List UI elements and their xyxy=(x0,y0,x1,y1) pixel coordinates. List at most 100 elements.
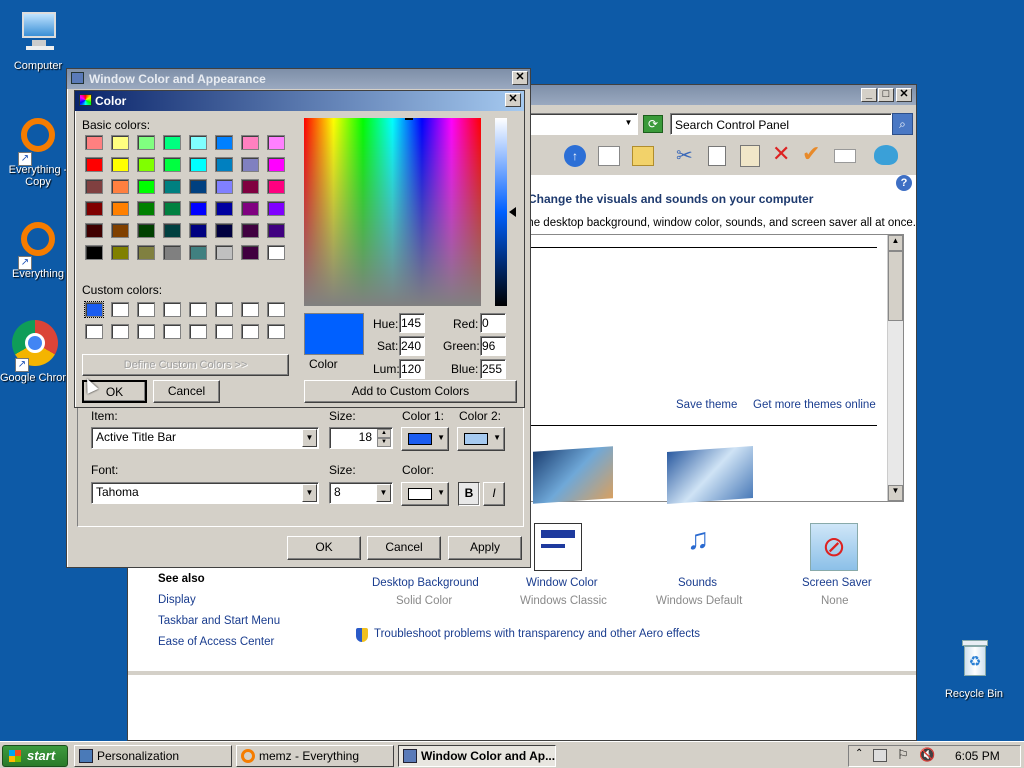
basic-color-swatch[interactable] xyxy=(241,245,259,260)
stepper-up-icon[interactable]: ▲ xyxy=(377,429,391,438)
basic-color-swatch[interactable] xyxy=(137,245,155,260)
close-button[interactable]: ✕ xyxy=(512,71,528,85)
folder-options-icon[interactable] xyxy=(632,146,654,166)
sat-input[interactable]: 240 xyxy=(399,336,425,356)
minimize-button[interactable]: _ xyxy=(861,88,877,102)
basic-color-swatch[interactable] xyxy=(189,157,207,172)
taskbar-button-window-color[interactable]: Window Color and Ap... xyxy=(398,745,556,767)
help-icon[interactable]: ? xyxy=(896,175,912,191)
font-select[interactable]: Tahoma ▼ xyxy=(91,482,319,504)
volume-muted-icon[interactable]: 🔇 xyxy=(919,747,935,763)
custom-color-swatch[interactable] xyxy=(137,302,155,317)
basic-color-swatch[interactable] xyxy=(111,157,129,172)
sounds-icon[interactable]: ♫ xyxy=(673,523,723,571)
basic-color-swatch[interactable] xyxy=(111,245,129,260)
chevron-down-icon[interactable]: ▼ xyxy=(302,429,317,447)
refresh-icon[interactable]: ⟳ xyxy=(643,115,663,133)
luminance-arrow-icon[interactable] xyxy=(509,207,516,217)
save-theme-link[interactable]: Save theme xyxy=(676,399,737,411)
basic-color-swatch[interactable] xyxy=(267,157,285,172)
add-to-custom-colors-button[interactable]: Add to Custom Colors xyxy=(304,380,517,403)
basic-color-swatch[interactable] xyxy=(267,201,285,216)
desktop-icon-computer[interactable]: Computer xyxy=(0,8,76,72)
basic-color-swatch[interactable] xyxy=(163,179,181,194)
basic-color-swatch[interactable] xyxy=(85,179,103,194)
start-button[interactable]: start xyxy=(2,745,68,767)
luminance-slider[interactable] xyxy=(495,118,507,306)
search-input[interactable]: Search Control Panel xyxy=(670,113,892,135)
basic-color-swatch[interactable] xyxy=(111,135,129,150)
custom-color-swatch[interactable] xyxy=(163,324,181,339)
scroll-thumb[interactable] xyxy=(888,251,903,321)
basic-color-swatch[interactable] xyxy=(85,223,103,238)
address-bar[interactable]: ▼ xyxy=(528,113,638,135)
red-input[interactable]: 0 xyxy=(480,313,506,333)
font-color-button[interactable]: ▼ xyxy=(401,482,449,506)
paste-icon[interactable] xyxy=(740,145,760,167)
delete-icon[interactable]: ✕ xyxy=(772,141,790,167)
taskbar-button-personalization[interactable]: Personalization xyxy=(74,745,232,767)
troubleshoot-link[interactable]: Troubleshoot problems with transparency … xyxy=(374,628,700,640)
search-icon[interactable]: ⌕ xyxy=(892,113,913,135)
action-center-flag-icon[interactable]: ⚐ xyxy=(897,747,909,763)
color2-button[interactable]: ▼ xyxy=(457,427,505,451)
desktop-background-link[interactable]: Desktop Background xyxy=(372,577,479,589)
basic-color-swatch[interactable] xyxy=(163,223,181,238)
ok-button[interactable]: OK xyxy=(287,536,361,560)
basic-color-swatch[interactable] xyxy=(85,201,103,216)
see-also-taskbar[interactable]: Taskbar and Start Menu xyxy=(158,615,280,627)
cut-icon[interactable]: ✂ xyxy=(676,143,693,168)
taskbar-button-everything[interactable]: memz - Everything xyxy=(236,745,394,767)
basic-color-swatch[interactable] xyxy=(163,201,181,216)
basic-color-swatch[interactable] xyxy=(189,201,207,216)
size-stepper[interactable]: 18 ▲ ▼ xyxy=(329,427,393,449)
basic-color-swatch[interactable] xyxy=(241,201,259,216)
basic-color-swatch[interactable] xyxy=(85,157,103,172)
get-more-themes-link[interactable]: Get more themes online xyxy=(753,399,876,411)
basic-color-swatch[interactable] xyxy=(267,179,285,194)
custom-color-swatch[interactable] xyxy=(215,324,233,339)
cancel-button[interactable]: Cancel xyxy=(367,536,441,560)
apply-button[interactable]: Apply xyxy=(448,536,522,560)
basic-color-swatch[interactable] xyxy=(163,135,181,150)
chevron-down-icon[interactable]: ▼ xyxy=(302,484,317,502)
custom-color-swatch[interactable] xyxy=(137,324,155,339)
show-hidden-icons-icon[interactable]: ⌃ xyxy=(855,748,863,759)
basic-color-swatch[interactable] xyxy=(189,245,207,260)
window-color-icon[interactable] xyxy=(534,523,582,571)
window-color-link[interactable]: Window Color xyxy=(526,577,598,589)
close-button[interactable]: ✕ xyxy=(896,88,912,102)
desktop-icon-recycle-bin[interactable]: ♻ Recycle Bin xyxy=(936,636,1012,700)
custom-color-swatch[interactable] xyxy=(267,324,285,339)
basic-color-swatch[interactable] xyxy=(241,179,259,194)
green-input[interactable]: 96 xyxy=(480,336,506,356)
basic-color-swatch[interactable] xyxy=(163,157,181,172)
basic-color-swatch[interactable] xyxy=(267,245,285,260)
maximize-button[interactable]: □ xyxy=(878,88,894,102)
theme-icon[interactable] xyxy=(874,145,898,165)
checkmark-icon[interactable]: ✔ xyxy=(802,141,820,167)
color1-button[interactable]: ▼ xyxy=(401,427,449,451)
basic-color-swatch[interactable] xyxy=(215,245,233,260)
up-arrow-icon[interactable]: ↑ xyxy=(564,145,586,167)
theme-thumbnail[interactable] xyxy=(533,446,613,504)
basic-color-swatch[interactable] xyxy=(111,201,129,216)
cancel-button[interactable]: Cancel xyxy=(153,380,220,403)
screen-saver-icon[interactable]: ⊘ xyxy=(810,523,858,571)
panel-icon[interactable] xyxy=(598,146,620,166)
custom-color-swatch[interactable] xyxy=(111,302,129,317)
scroll-up-icon[interactable]: ▲ xyxy=(888,235,903,251)
basic-color-swatch[interactable] xyxy=(137,179,155,194)
basic-color-swatch[interactable] xyxy=(85,135,103,150)
properties-icon[interactable] xyxy=(834,149,856,163)
blue-input[interactable]: 255 xyxy=(480,359,506,379)
see-also-display[interactable]: Display xyxy=(158,594,196,606)
close-button[interactable]: ✕ xyxy=(505,93,521,107)
scroll-down-icon[interactable]: ▼ xyxy=(888,485,903,501)
basic-color-swatch[interactable] xyxy=(111,179,129,194)
basic-color-swatch[interactable] xyxy=(267,223,285,238)
theme-list[interactable]: Save theme Get more themes online ▲ ▼ xyxy=(528,234,904,505)
basic-color-swatch[interactable] xyxy=(241,223,259,238)
copy-icon[interactable] xyxy=(708,146,726,166)
desktop-icon-everything-copy[interactable]: ↗ Everything - Copy xyxy=(0,112,76,188)
